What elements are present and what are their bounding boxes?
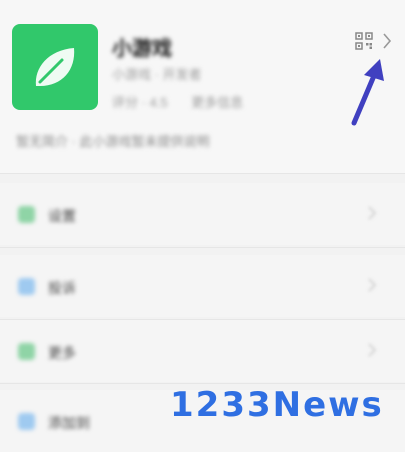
divider — [0, 383, 405, 384]
divider — [0, 173, 405, 174]
qr-code-button[interactable] — [355, 32, 373, 50]
settings-icon — [18, 206, 35, 223]
chevron-right-icon — [368, 278, 376, 292]
menu-row-label: 投诉 — [48, 280, 76, 296]
app-avatar[interactable] — [12, 24, 98, 110]
divider — [0, 247, 405, 248]
profile-detail-button[interactable] — [382, 32, 392, 50]
menu-row-label: 设置 — [48, 208, 76, 224]
app-name: 小游戏 — [112, 38, 172, 60]
app-description: 暂无简介 · 此小游戏暂未提供说明 — [16, 134, 210, 149]
app-meta-rating: 评分 · 4.5 — [112, 95, 168, 110]
report-icon — [18, 278, 35, 295]
more-icon — [18, 343, 35, 360]
chevron-right-icon — [383, 33, 392, 49]
app-meta: 评分 · 4.5 更多信息 — [112, 92, 263, 111]
menu-row-more[interactable]: 更多 — [0, 320, 405, 382]
leaf-icon — [35, 48, 75, 86]
arrow-icon — [351, 59, 384, 126]
app-meta-more: 更多信息 — [191, 95, 244, 110]
profile-card: 小游戏 小游戏 · 开发者 评分 · 4.5 更多信息 暂无简介 · 此小游戏暂… — [0, 0, 405, 173]
menu-row-label: 更多 — [48, 345, 76, 361]
menu-row-label: 添加到 — [48, 415, 90, 431]
qr-code-icon — [355, 32, 373, 50]
menu-row-report[interactable]: 投诉 — [0, 255, 405, 317]
watermark: 1233News — [170, 385, 384, 425]
chevron-right-icon — [368, 206, 376, 220]
app-subtitle: 小游戏 · 开发者 — [112, 67, 202, 82]
chevron-right-icon — [368, 343, 376, 357]
menu-row-settings[interactable]: 设置 — [0, 183, 405, 245]
add-icon — [18, 413, 35, 430]
